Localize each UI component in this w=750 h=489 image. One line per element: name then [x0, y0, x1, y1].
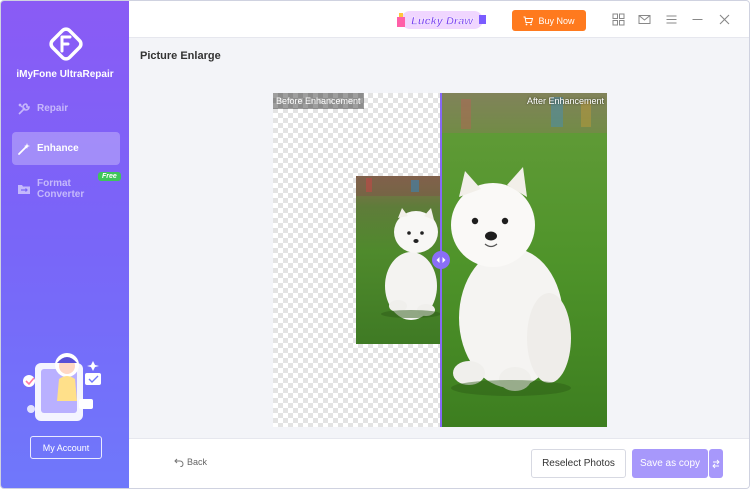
- save-as-copy-button[interactable]: Save as copy: [632, 449, 708, 478]
- drag-arrows-icon: [436, 257, 446, 263]
- sidebar: iMyFone UltraRepair Repair Enhance Forma…: [1, 1, 129, 488]
- app-logo-icon: [49, 27, 83, 61]
- save-options-button[interactable]: [709, 449, 723, 478]
- tools-icon: [18, 102, 30, 115]
- free-badge: Free: [98, 172, 121, 181]
- sidebar-item-label: Repair: [37, 103, 69, 114]
- mail-icon[interactable]: [638, 13, 651, 26]
- sidebar-item-enhance[interactable]: Enhance: [12, 132, 120, 165]
- after-image: [441, 93, 607, 427]
- buy-now-button[interactable]: Buy Now: [512, 10, 586, 31]
- lucky-draw-banner[interactable]: Lucky Draw: [395, 9, 487, 31]
- lucky-draw-label: Lucky Draw: [411, 16, 474, 28]
- app-name: iMyFone UltraRepair: [16, 69, 114, 80]
- sidebar-item-label: Enhance: [37, 143, 79, 154]
- undo-arrow-icon: [174, 458, 184, 467]
- dog-photo-enhanced: [441, 93, 607, 427]
- magic-wand-icon: [18, 142, 30, 155]
- cart-icon: [523, 16, 534, 25]
- sidebar-item-repair[interactable]: Repair: [12, 92, 120, 125]
- dog-photo-small: [356, 176, 441, 344]
- minimize-icon[interactable]: [691, 13, 704, 26]
- menu-icon[interactable]: [665, 13, 678, 26]
- user-illustration-icon: [23, 353, 101, 421]
- comparison-slider-handle[interactable]: [432, 251, 450, 269]
- after-enhancement-label: After Enhancement: [526, 96, 604, 106]
- back-button[interactable]: Back: [174, 457, 207, 467]
- before-image: [356, 176, 441, 344]
- close-icon[interactable]: [718, 13, 731, 26]
- swap-icon: [712, 459, 720, 468]
- back-label: Back: [187, 457, 208, 467]
- title-bar: Lucky Draw Buy Now: [129, 1, 749, 38]
- folder-convert-icon: [18, 184, 30, 194]
- app-window: iMyFone UltraRepair Repair Enhance Forma…: [0, 0, 750, 489]
- page-title: Picture Enlarge: [140, 50, 221, 62]
- reselect-photos-button[interactable]: Reselect Photos: [531, 449, 626, 478]
- before-enhancement-label: Before Enhancement: [273, 93, 364, 109]
- image-comparison-viewer: Before Enhancement After Enhancement: [273, 93, 607, 427]
- my-account-button[interactable]: My Account: [30, 436, 102, 459]
- grid-icon[interactable]: [612, 13, 625, 26]
- buy-now-label: Buy Now: [538, 15, 575, 26]
